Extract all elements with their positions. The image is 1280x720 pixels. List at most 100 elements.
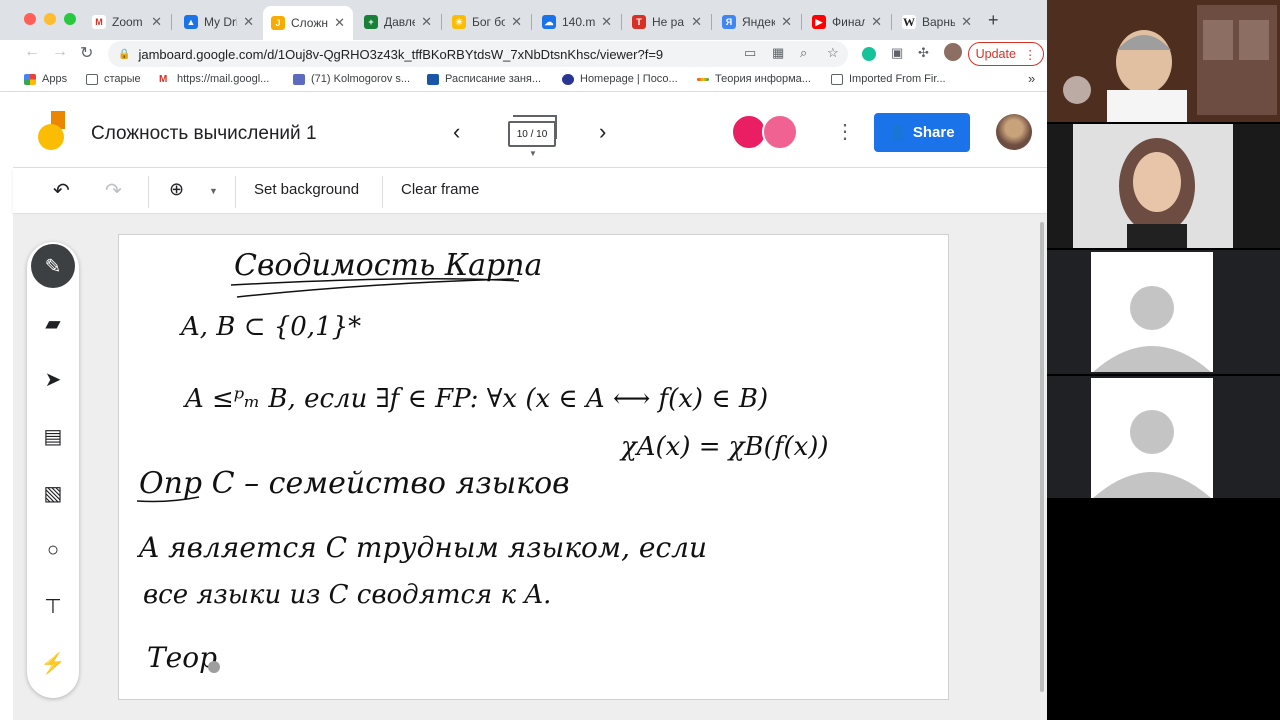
bookmarks-overflow-button[interactable]: » [1028,71,1035,86]
discord-icon [293,73,305,85]
close-tab-icon[interactable]: ✕ [781,14,792,30]
apps-grid-icon [24,73,36,85]
puzzle-icon[interactable]: ✣ [918,45,929,61]
zoom-dropdown-icon[interactable]: ▼ [209,186,218,196]
share-button[interactable]: 👤 Share [874,113,970,152]
close-tab-icon[interactable]: ✕ [511,14,522,30]
clear-frame-button[interactable]: Clear frame [401,181,479,198]
bookmark-item[interactable]: Homepage | Посо... [562,73,678,85]
circle-icon[interactable]: ○ [31,528,75,572]
cast-icon[interactable]: ▭ [744,45,756,61]
handwritten-line: A является C трудным языком, если [136,531,707,564]
back-icon[interactable]: ← [24,43,40,61]
bookmark-item[interactable]: Теория информа... [697,73,811,85]
undo-icon[interactable]: ↶ [53,178,70,203]
close-tab-icon[interactable]: ✕ [151,14,162,30]
zoom-icon[interactable]: ⊕ [169,179,184,200]
close-tab-icon[interactable]: ✕ [961,14,972,30]
browser-tab-active[interactable]: J Сложн ✕ [263,6,353,40]
laser-icon[interactable]: ⚡ [31,641,75,685]
next-frame-button[interactable]: › [599,119,606,145]
browser-tab[interactable]: ☀ Бог бо ✕ [444,8,530,36]
frame-counter-button[interactable]: 10 / 10 [508,121,556,147]
bookmark-star-icon[interactable]: ☆ [827,45,839,61]
eraser-icon[interactable]: ▰ [31,301,75,345]
vertical-scrollbar[interactable] [1040,222,1044,692]
minimize-window-button[interactable] [44,13,56,25]
zoom-icon[interactable]: ⌕ [800,45,807,61]
reload-icon[interactable]: ↻ [80,43,93,63]
browser-tab[interactable]: M Zoom ✕ [84,8,170,36]
video-tile[interactable] [1047,376,1280,498]
handwritten-line: χA(x) = χB(f(x)) [619,432,829,462]
yandex-icon: Я [722,15,736,29]
video-tile[interactable] [1047,0,1280,122]
browser-tab[interactable]: Я Яндек ✕ [714,8,800,36]
browser-tab[interactable]: ☁ 140.m ✕ [534,8,620,36]
bookmark-item[interactable]: M https://mail.googl... [159,73,269,85]
close-tab-icon[interactable]: ✕ [243,14,254,30]
address-bar[interactable]: 🔒 jamboard.google.com/d/1Ouj8v-QgRHO3z43… [108,41,848,67]
browser-tab[interactable]: + Давле ✕ [356,8,440,36]
bookmark-item[interactable]: Расписание заня... [427,73,541,85]
folder-icon [831,73,843,85]
gmail-icon: M [92,15,106,29]
browser-toolbar: ← → ↻ 🔒 jamboard.google.com/d/1Ouj8v-QgR… [0,40,1047,68]
participant-video [1073,124,1233,248]
browser-tab[interactable]: Т Не ра ✕ [624,8,710,36]
close-tab-icon[interactable]: ✕ [334,15,345,31]
textbox-icon[interactable]: ⊤ [31,584,75,628]
bookmark-folder[interactable]: Imported From Fir... [831,73,946,85]
close-tab-icon[interactable]: ✕ [691,14,702,30]
lock-icon: 🔒 [118,48,131,60]
participant-placeholder [1091,378,1213,498]
close-tab-icon[interactable]: ✕ [871,14,882,30]
bookmark-folder[interactable]: старые [86,73,141,85]
forward-icon[interactable]: → [52,43,68,61]
update-button[interactable]: Update ⋮ [968,42,1044,66]
browser-tab[interactable]: W Варнь ✕ [894,8,980,36]
new-tab-button[interactable]: + [988,10,999,31]
profile-avatar[interactable] [944,43,962,61]
maximize-window-button[interactable] [64,13,76,25]
pen-icon[interactable]: ✎ [31,244,75,288]
participant-placeholder [1091,252,1213,372]
jamboard-logo [38,111,65,150]
previous-frame-button[interactable]: ‹ [453,119,460,145]
jam-frame[interactable]: Сводимость Карпа A, B ⊂ {0,1}* A ≤ᵖₘ B, … [118,234,949,700]
collaborator-avatar[interactable] [762,114,798,150]
bookmark-apps[interactable]: Apps [24,73,67,85]
handwriting-canvas: Сводимость Карпа A, B ⊂ {0,1}* A ≤ᵖₘ B, … [136,248,829,674]
chevron-down-icon[interactable]: ▼ [529,149,537,158]
bookmark-item[interactable]: (71) Kolmogorov s... [293,73,410,85]
image-icon[interactable]: ▧ [31,471,75,515]
video-tile[interactable] [1047,250,1280,374]
close-window-button[interactable] [24,13,36,25]
set-background-button[interactable]: Set background [254,181,359,198]
grammarly-icon[interactable] [862,47,876,61]
extension-icon[interactable]: ▣ [891,45,903,61]
redo-icon[interactable]: ↷ [105,178,122,203]
bookmarks-bar: Apps старые M https://mail.googl... (71)… [0,68,1047,92]
more-options-icon[interactable]: ⋮ [835,119,855,144]
frame-toolbar: ↶ ↷ ⊕ ▼ Set background Clear frame [13,168,1047,214]
jamboard-app: Сложность вычислений 1 ‹ 10 / 10 ▼ › ⋮ 👤… [13,93,1047,720]
close-tab-icon[interactable]: ✕ [601,14,612,30]
close-tab-icon[interactable]: ✕ [421,14,432,30]
pen-cursor [208,661,220,673]
qr-icon[interactable]: ▦ [772,45,784,61]
account-avatar[interactable] [996,114,1032,150]
document-title[interactable]: Сложность вычислений 1 [91,123,317,145]
book-icon: Т [632,15,646,29]
university-icon [562,73,574,85]
browser-window: M Zoom ✕ ▲ My Dri ✕ J Сложн ✕ + Давле ✕ … [0,0,1047,720]
jamboard-icon: J [271,16,285,30]
select-icon[interactable]: ➤ [31,357,75,401]
browser-tab[interactable]: ▶ Финал ✕ [804,8,890,36]
sticky-note-icon[interactable]: ▤ [31,414,75,458]
sheets-icon: + [364,15,378,29]
browser-tab[interactable]: ▲ My Dri ✕ [176,8,262,36]
youtube-icon: ▶ [812,15,826,29]
url-text: jamboard.google.com/d/1Ouj8v-QgRHO3z43k_… [138,46,664,62]
video-tile[interactable] [1047,124,1280,248]
